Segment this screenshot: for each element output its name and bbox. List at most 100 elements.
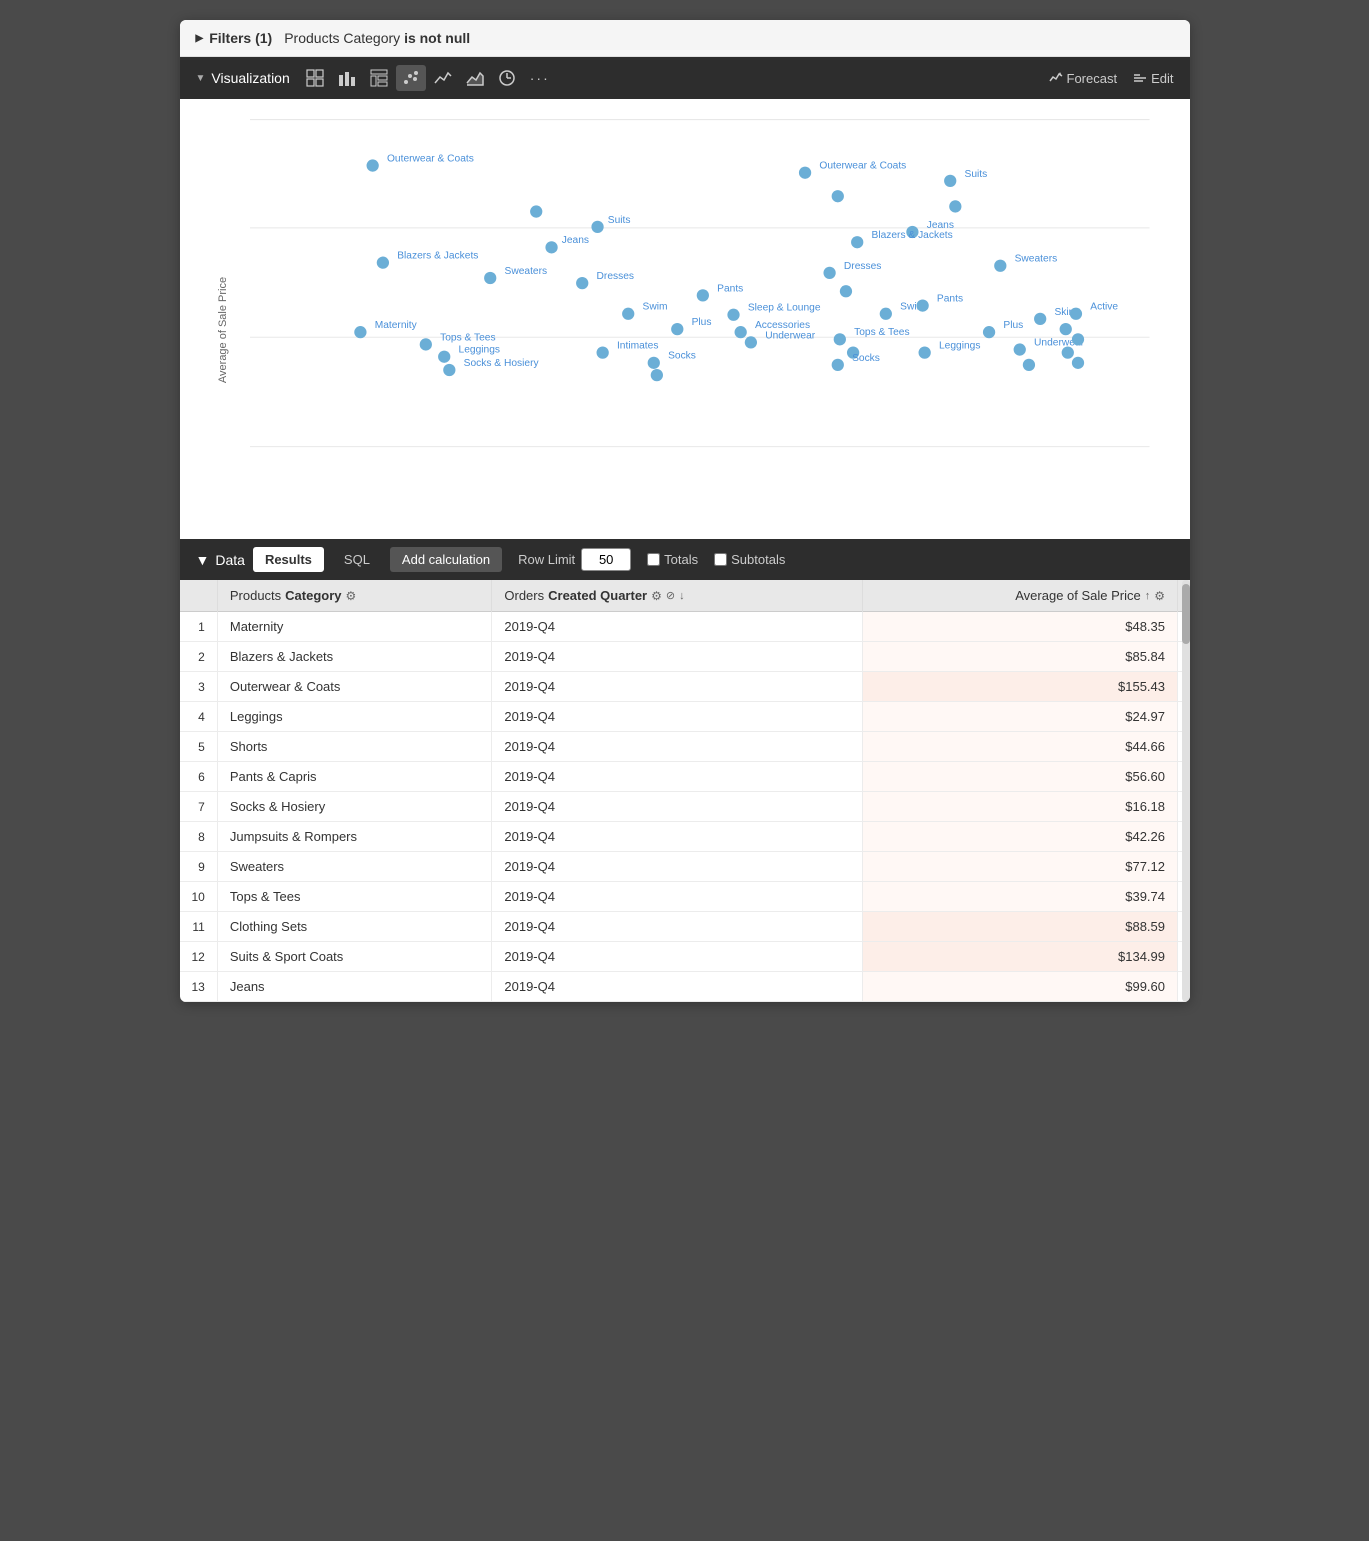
viz-toggle-label: Visualization [211,70,289,86]
forecast-button[interactable]: Forecast [1049,71,1118,86]
subtotals-label: Subtotals [731,552,785,567]
svg-text:Swim: Swim [642,302,667,313]
category-cell: Shorts [217,732,492,762]
category-cell: Blazers & Jackets [217,642,492,672]
row-num-cell: 4 [180,702,218,732]
svg-text:Pants: Pants [936,294,962,305]
quarter-cell: 2019-Q4 [492,702,862,732]
viz-icons-group: ··· [300,65,1039,91]
clock-icon[interactable] [492,65,522,91]
totals-group: Totals [647,552,698,567]
more-icon[interactable]: ··· [524,66,556,90]
row-num-cell: 1 [180,612,218,642]
results-table: Products Category ⚙ Orders Created Quart… [180,580,1190,1002]
quarter-settings-icon[interactable]: ⚙ [651,589,662,603]
data-toggle-label: Data [215,552,245,568]
price-cell: $88.59 [862,912,1177,942]
data-toggle[interactable]: ▼ Data [196,552,245,568]
price-cell: $77.12 [862,852,1177,882]
price-cell: $42.26 [862,822,1177,852]
pivot-icon[interactable] [364,65,394,91]
table-row: 7 Socks & Hosiery 2019-Q4 $16.18 [180,792,1190,822]
viz-toggle[interactable]: ▼ Visualization [196,70,290,86]
quarter-cell: 2019-Q4 [492,672,862,702]
quarter-cell: 2019-Q4 [492,912,862,942]
category-cell: Socks & Hosiery [217,792,492,822]
table-row: 5 Shorts 2019-Q4 $44.66 [180,732,1190,762]
svg-text:Jeans: Jeans [561,235,588,246]
row-num-cell: 3 [180,672,218,702]
svg-text:Tops & Tees: Tops & Tees [440,332,495,343]
scrollbar-thumb[interactable] [1182,584,1190,644]
scatter-chart-icon[interactable] [396,65,426,91]
data-table-wrapper: Products Category ⚙ Orders Created Quart… [180,580,1190,1002]
price-cell: $134.99 [862,942,1177,972]
table-header-row: Products Category ⚙ Orders Created Quart… [180,580,1190,612]
quarter-cell: 2019-Q4 [492,732,862,762]
svg-text:Underwear: Underwear [765,330,816,341]
subtotals-checkbox[interactable] [714,553,727,566]
table-row: 11 Clothing Sets 2019-Q4 $88.59 [180,912,1190,942]
row-num-cell: 7 [180,792,218,822]
viz-toolbar: ▼ Visualization [180,57,1190,99]
totals-checkbox[interactable] [647,553,660,566]
price-cell: $24.97 [862,702,1177,732]
y-axis-label: Average of Sale Price [217,277,229,383]
filter-condition: is not null [404,30,470,46]
filter-toggle[interactable]: ▶ Filters (1) [196,30,273,46]
main-container: ▶ Filters (1) Products Category is not n… [180,20,1190,1002]
price-cell: $48.35 [862,612,1177,642]
table-row: 10 Tops & Tees 2019-Q4 $39.74 [180,882,1190,912]
viz-arrow-icon: ▼ [196,73,206,84]
svg-text:Socks & Hosiery: Socks & Hosiery [463,358,539,369]
filter-description: Products Category is not null [284,30,470,46]
bar-chart-icon[interactable] [332,65,362,91]
area-chart-icon[interactable] [460,65,490,91]
svg-text:Maternity: Maternity [374,320,417,331]
results-tab[interactable]: Results [253,547,324,572]
svg-text:Active: Active [1090,302,1118,313]
svg-text:Plus: Plus [1003,320,1023,331]
quarter-cell: 2019-Q4 [492,882,862,912]
sql-tab[interactable]: SQL [332,547,382,572]
svg-text:Intimates: Intimates [616,341,657,352]
price-settings-icon[interactable]: ⚙ [1154,589,1165,603]
edit-label: Edit [1151,71,1173,86]
svg-text:Blazers & Jackets: Blazers & Jackets [871,230,952,241]
table-view-icon[interactable] [300,65,330,91]
table-row: 13 Jeans 2019-Q4 $99.60 [180,972,1190,1002]
quarter-filter-icon: ⊘ [666,589,675,602]
forecast-label: Forecast [1067,71,1118,86]
add-calculation-button[interactable]: Add calculation [390,547,502,572]
filter-bar: ▶ Filters (1) Products Category is not n… [180,20,1190,57]
row-num-cell: 8 [180,822,218,852]
svg-text:Sleep & Lounge: Sleep & Lounge [747,303,820,314]
row-num-cell: 2 [180,642,218,672]
row-num-cell: 5 [180,732,218,762]
row-num-header [180,580,218,612]
svg-text:Tops & Tees: Tops & Tees [854,327,909,338]
table-row: 4 Leggings 2019-Q4 $24.97 [180,702,1190,732]
row-num-cell: 12 [180,942,218,972]
quarter-col-header: Orders Created Quarter ⚙ ⊘ ↓ [504,588,684,603]
svg-text:Dresses: Dresses [843,261,880,272]
price-cell: $39.74 [862,882,1177,912]
filter-field: Products Category [284,30,400,46]
table-row: 6 Pants & Capris 2019-Q4 $56.60 [180,762,1190,792]
category-settings-icon[interactable]: ⚙ [346,589,357,603]
chart-inner: Average of Sale Price $0.00 $50.00 $100.… [200,119,1170,529]
svg-text:Pants: Pants [717,283,743,294]
scrollbar[interactable] [1182,580,1190,1002]
table-row: 1 Maternity 2019-Q4 $48.35 [180,612,1190,642]
table-row: 12 Suits & Sport Coats 2019-Q4 $134.99 [180,942,1190,972]
edit-button[interactable]: Edit [1133,71,1173,86]
quarter-cell: 2019-Q4 [492,852,862,882]
row-num-cell: 6 [180,762,218,792]
category-cell: Maternity [217,612,492,642]
table-row: 9 Sweaters 2019-Q4 $77.12 [180,852,1190,882]
scatter-chart-svg: $0.00 $50.00 $100.00 $150.00 Outerwear &… [250,119,1170,529]
quarter-cell: 2019-Q4 [492,822,862,852]
line-chart-icon[interactable] [428,65,458,91]
row-limit-input[interactable] [581,548,631,571]
svg-text:Outerwear & Coats: Outerwear & Coats [386,153,473,164]
